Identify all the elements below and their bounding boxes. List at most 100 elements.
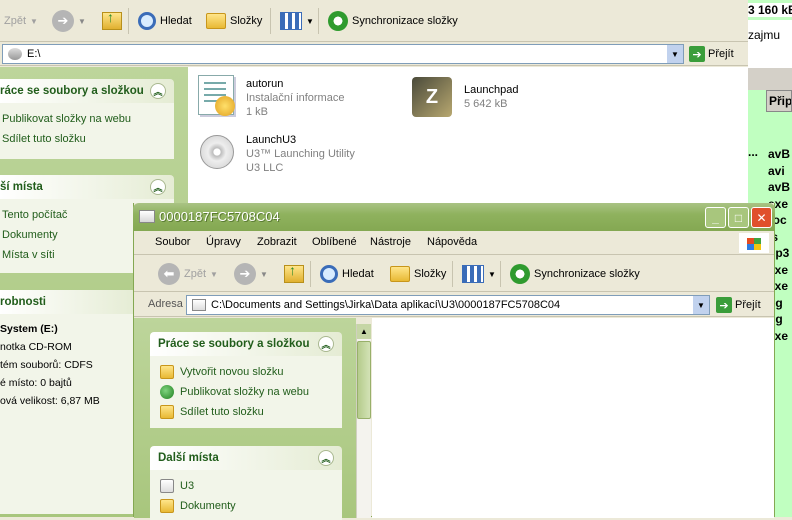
address-dropdown-button[interactable]: ▼: [693, 296, 709, 314]
sync-icon: [510, 264, 530, 284]
minimize-button[interactable]: _: [705, 207, 726, 228]
file-name: autorun: [246, 78, 284, 90]
drive-icon: [8, 48, 22, 60]
address-dropdown-button[interactable]: ▼: [667, 45, 683, 63]
back-up-button[interactable]: ↑: [98, 8, 126, 34]
dropdown-arrow-icon: ▼: [78, 16, 86, 26]
folder-window-icon: [139, 210, 155, 223]
size-text: 3 160 kB: [748, 3, 792, 17]
task-new-folder[interactable]: Vytvořit novou složku: [160, 362, 332, 382]
front-address-input[interactable]: C:\Documents and Settings\Jirka\Data apl…: [186, 295, 710, 315]
file-name: Launchpad: [464, 84, 519, 96]
file-item[interactable]: Z Launchpad 5 642 kB: [410, 73, 610, 127]
toolbar-separator: [128, 8, 129, 34]
menu-view[interactable]: Zobrazit: [257, 236, 297, 248]
task-publish-web[interactable]: Publikovat složky na webu: [2, 109, 164, 129]
list-item[interactable]: avi: [768, 163, 790, 180]
place-documents[interactable]: Dokumenty: [160, 496, 332, 516]
detail-total: ová velikost: 6,87 MB: [0, 395, 100, 407]
back-views-button[interactable]: ▼: [276, 8, 318, 34]
detail-type: notka CD-ROM: [0, 341, 72, 353]
file-type: Instalační informace: [246, 92, 345, 104]
back-address-bar: E:\ ▼ ➔ Přejít: [0, 42, 748, 66]
front-back-button[interactable]: ⬅ Zpět ▼: [154, 261, 222, 287]
front-go-button[interactable]: ➔ Přejít: [716, 297, 761, 313]
front-up-button[interactable]: ↑: [280, 261, 308, 287]
launchpad-exe-icon: Z: [412, 77, 452, 117]
back-back-button[interactable]: Zpět ▼: [0, 8, 42, 34]
panel-title: robnosti: [0, 296, 46, 308]
file-item[interactable]: LaunchU3 U3™ Launching Utility U3 LLC: [196, 129, 396, 183]
back-tasks-panel: ráce se soubory a složkou ︽ Publikovat s…: [0, 79, 174, 159]
file-item[interactable]: autorun Instalační informace 1 kB: [196, 73, 396, 127]
back-arrow-icon: ⬅: [158, 263, 180, 285]
scroll-thumb[interactable]: [357, 341, 371, 419]
magnifier-icon: [138, 12, 156, 30]
forward-arrow-icon: ➔: [234, 263, 256, 285]
task-share-folder[interactable]: Sdílet tuto složku: [160, 402, 332, 422]
front-toolbar: ⬅ Zpět ▼ ➔ ▼ ↑ Hledat Složky ▼ Synchroni…: [134, 256, 774, 292]
folder-up-icon: ↑: [102, 9, 122, 30]
share-folder-icon: [160, 405, 174, 419]
file-size: 5 642 kB: [464, 98, 508, 110]
go-arrow-icon: ➔: [689, 46, 705, 62]
menu-edit[interactable]: Úpravy: [206, 236, 241, 248]
close-button[interactable]: ✕: [751, 207, 772, 228]
maximize-button[interactable]: □: [728, 207, 749, 228]
toolbar-separator: [310, 261, 311, 287]
toolbar-separator: [500, 261, 501, 287]
panel-title: Další místa: [158, 452, 219, 464]
front-views-button[interactable]: ▼: [458, 261, 500, 287]
detail-free: é místo: 0 bajtů: [0, 377, 72, 389]
collapse-chevron-icon[interactable]: ︽: [318, 336, 334, 352]
place-u3[interactable]: U3: [160, 476, 332, 496]
back-address-input[interactable]: E:\ ▼: [2, 44, 684, 64]
back-sync-button[interactable]: Synchronizace složky: [324, 8, 462, 34]
front-menubar: Soubor Úpravy Zobrazit Oblíbené Nástroje…: [134, 231, 774, 255]
back-folders-button[interactable]: Složky: [202, 8, 266, 34]
collapse-chevron-icon[interactable]: ︽: [150, 179, 166, 195]
panel-title: ší místa: [0, 181, 43, 193]
views-grid-icon: [280, 12, 302, 30]
front-search-button[interactable]: Hledat: [316, 261, 378, 287]
back-go-button[interactable]: ➔ Přejít: [689, 46, 734, 62]
dropdown-arrow-icon: ▼: [260, 269, 268, 279]
front-sync-button[interactable]: Synchronizace složky: [506, 261, 644, 287]
dropdown-arrow-icon: ▼: [306, 16, 314, 26]
task-share-folder[interactable]: Sdílet tuto složku: [2, 129, 164, 149]
column-header[interactable]: Přip: [766, 90, 792, 112]
scroll-up-arrow-icon[interactable]: ▲: [357, 324, 371, 339]
menu-tools[interactable]: Nástroje: [370, 236, 411, 248]
front-folders-button[interactable]: Složky: [386, 261, 450, 287]
panel-title: Práce se soubory a složkou: [158, 338, 310, 350]
detail-fs: tém souborů: CDFS: [0, 359, 93, 371]
address-label: Adresa: [148, 298, 183, 310]
front-forward-button[interactable]: ➔ ▼: [230, 261, 272, 287]
task-pane-scrollbar[interactable]: ▲: [356, 324, 371, 518]
front-places-panel: Další místa ︽ U3 Dokumenty: [150, 446, 342, 520]
front-tasks-panel: Práce se soubory a složkou ︽ Vytvořit no…: [150, 332, 342, 428]
back-details-panel: robnosti System (E:) notka CD-ROM tém so…: [0, 290, 136, 514]
file-name: LaunchU3: [246, 134, 297, 146]
back-forward-button[interactable]: ➔ ▼: [48, 8, 90, 34]
toolbar-separator: [270, 8, 271, 34]
front-task-pane: Práce se soubory a složkou ︽ Vytvořit no…: [134, 318, 371, 520]
list-item[interactable]: avB: [768, 146, 790, 163]
menu-favorites[interactable]: Oblíbené: [312, 236, 357, 248]
front-window: 0000187FC5708C04 _ □ ✕ Soubor Úpravy Zob…: [133, 203, 775, 520]
menu-help[interactable]: Nápověda: [427, 236, 477, 248]
front-titlebar[interactable]: 0000187FC5708C04 _ □ ✕: [133, 203, 775, 231]
collapse-chevron-icon[interactable]: ︽: [150, 83, 166, 99]
task-publish-web[interactable]: Publikovat složky na webu: [160, 382, 332, 402]
magnifier-icon: [320, 265, 338, 283]
folders-icon: [206, 13, 226, 29]
go-arrow-icon: ➔: [716, 297, 732, 313]
back-toolbar: Zpět ▼ ➔ ▼ ↑ Hledat Složky ▼ Synchroniza…: [0, 0, 748, 42]
back-search-button[interactable]: Hledat: [134, 8, 196, 34]
list-item[interactable]: avB: [768, 179, 790, 196]
documents-folder-icon: [160, 499, 174, 513]
window-title: 0000187FC5708C04: [159, 209, 280, 224]
collapse-chevron-icon[interactable]: ︽: [318, 450, 334, 466]
menu-file[interactable]: Soubor: [155, 236, 190, 248]
cd-icon: [200, 135, 234, 169]
